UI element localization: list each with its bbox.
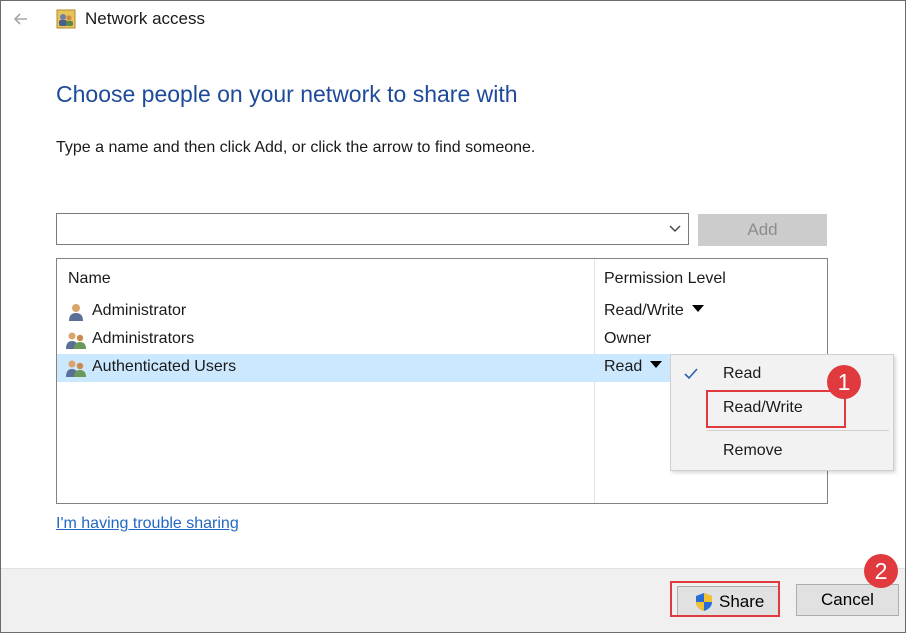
column-header-permission[interactable]: Permission Level [604, 270, 726, 288]
checkmark-icon [683, 366, 699, 382]
permission-value: Read [604, 358, 643, 375]
step-badge-1: 1 [827, 365, 861, 399]
menu-item-label: Remove [723, 442, 783, 459]
permission-value: Read/Write [604, 302, 684, 319]
user-icon [65, 302, 87, 322]
step-badge-2: 2 [864, 554, 898, 588]
list-row-administrators[interactable]: Administrators Owner [57, 326, 827, 354]
name-combobox[interactable] [56, 213, 689, 245]
row-name: Authenticated Users [92, 358, 237, 375]
instruction-text: Type a name and then click Add, or click… [56, 139, 536, 156]
permission-dropdown[interactable]: Read [604, 358, 663, 376]
highlight-box-step1 [706, 390, 846, 428]
permission-value: Owner [604, 330, 652, 347]
trouble-sharing-link[interactable]: I'm having trouble sharing [56, 515, 239, 533]
window-title: Network access [85, 9, 205, 28]
network-access-window: Network access Choose people on your net… [0, 0, 906, 633]
menu-item-label: Read [723, 365, 762, 382]
column-header-name[interactable]: Name [68, 270, 111, 288]
name-input[interactable] [57, 214, 657, 244]
back-arrow-icon[interactable] [9, 7, 33, 31]
list-row-administrator[interactable]: Administrator Read/Write [57, 298, 827, 326]
menu-separator [707, 430, 889, 431]
cancel-button[interactable]: Cancel [796, 584, 899, 616]
group-icon [65, 330, 87, 350]
list-header: Name Permission Level [57, 259, 827, 297]
highlight-box-step2 [670, 581, 780, 617]
add-button[interactable]: Add [698, 214, 827, 246]
permission-dropdown[interactable]: Read/Write [604, 302, 704, 320]
network-users-icon [56, 9, 76, 29]
title-bar: Network access [1, 1, 905, 39]
page-heading: Choose people on your network to share w… [56, 81, 518, 107]
dropdown-arrow-icon[interactable] [650, 361, 663, 368]
row-name: Administrator [92, 302, 187, 319]
row-name: Administrators [92, 330, 195, 347]
chevron-down-icon[interactable] [668, 221, 682, 235]
menu-item-remove[interactable]: Remove [671, 437, 893, 467]
dropdown-arrow-icon[interactable] [691, 305, 704, 312]
group-icon [65, 358, 87, 378]
